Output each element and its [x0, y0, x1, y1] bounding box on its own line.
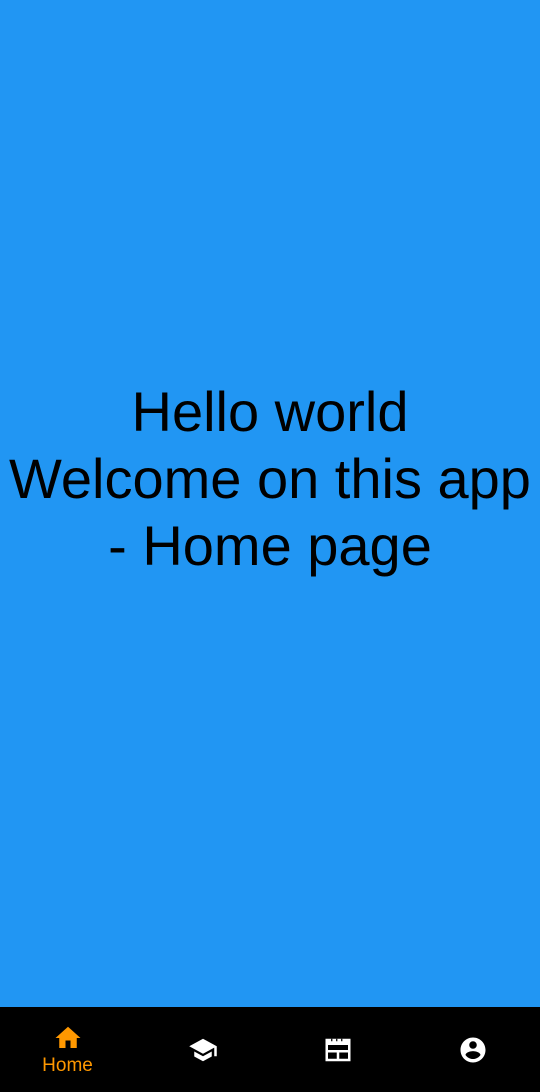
bottom-navigation-bar: Home	[0, 1007, 540, 1092]
greeting-text: Hello world Welcome on this app - Home p…	[9, 380, 531, 577]
account-icon	[458, 1035, 488, 1065]
calendar-icon	[323, 1035, 353, 1065]
nav-item-home-label: Home	[42, 1054, 93, 1076]
nav-item-account[interactable]	[405, 1007, 540, 1092]
home-page: Hello world Welcome on this app - Home p…	[0, 0, 540, 1007]
home-icon	[53, 1023, 83, 1053]
school-icon	[188, 1035, 218, 1065]
nav-item-home[interactable]: Home	[0, 1007, 135, 1092]
nav-item-school[interactable]	[135, 1007, 270, 1092]
nav-item-calendar[interactable]	[270, 1007, 405, 1092]
